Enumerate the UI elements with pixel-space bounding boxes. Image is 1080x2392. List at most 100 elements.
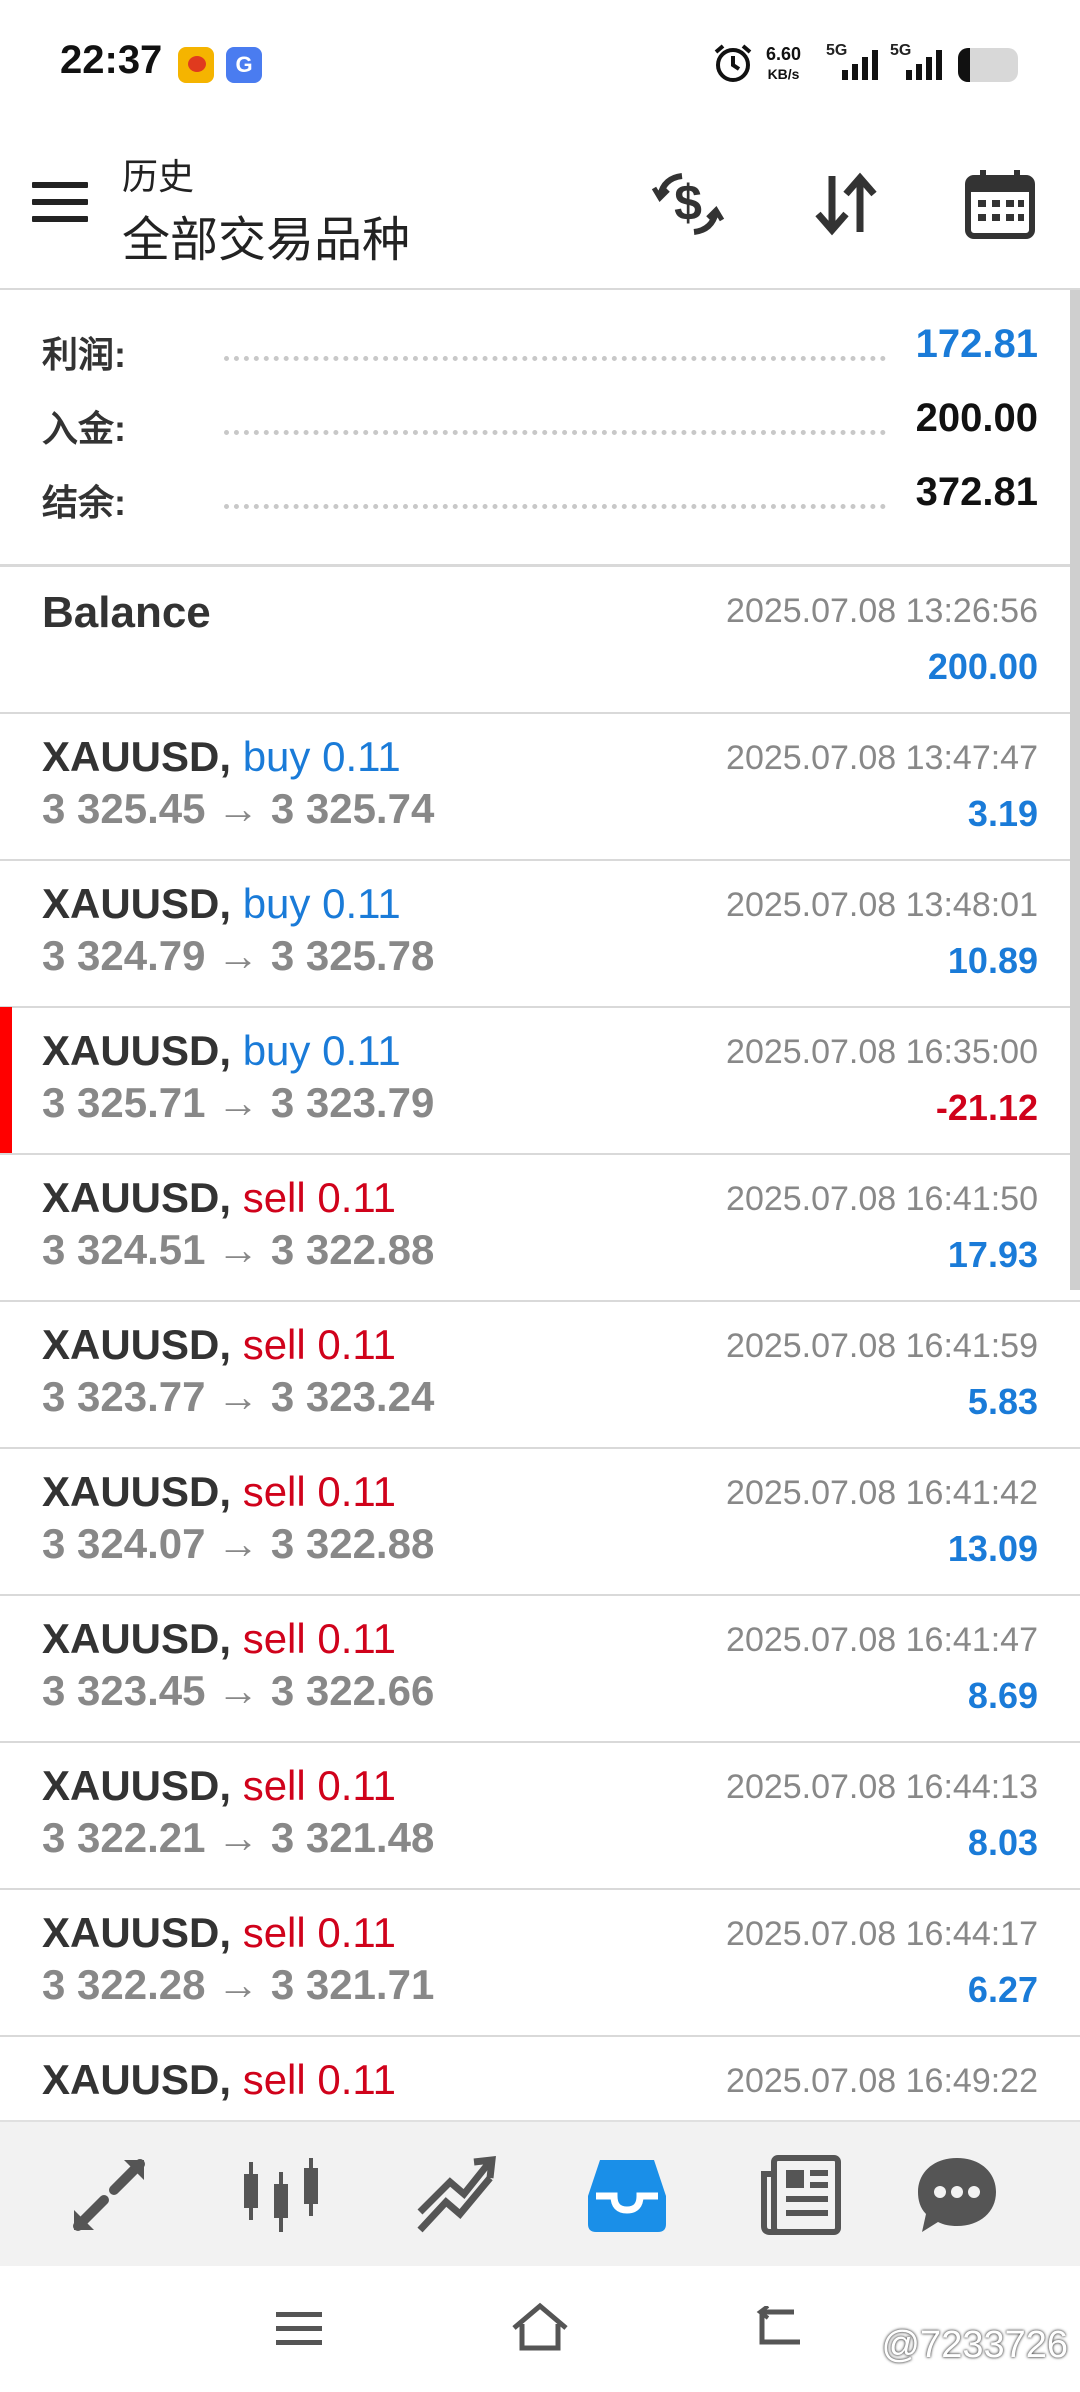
row-datetime: 2025.07.08 16:49:22 [726,2062,1038,2100]
currency-exchange-icon[interactable]: $ [650,166,726,242]
row-symbol: XAUUSD, [42,1027,232,1074]
summary-row-profit: 利润: 172.81 [42,314,1038,386]
trade-icon[interactable] [410,2150,500,2240]
row-prices: 3 324.51 → 3 322.88 [42,1226,435,1273]
row-prices: 3 322.21 → 3 321.48 [42,1814,435,1861]
bottom-navigation [0,2120,1080,2268]
row-symbol: XAUUSD, [42,1909,232,1956]
row-symbol: XAUUSD, [42,733,232,780]
list-item-trade[interactable]: XAUUSD, sell 0.11 3 323.77 → 3 323.24 20… [0,1301,1080,1449]
row-datetime: 2025.07.08 16:44:17 [726,1915,1038,1953]
row-prices: 3 322.28 → 3 321.71 [42,1961,435,2008]
row-type: sell 0.11 [242,1615,397,1662]
list-item-trade[interactable]: XAUUSD, buy 0.11 3 324.79 → 3 325.78 202… [0,860,1080,1008]
system-navigation: @7233726 [0,2266,1080,2392]
summary-row-deposit: 入金: 200.00 [42,388,1038,460]
row-datetime: 2025.07.08 13:48:01 [726,886,1038,924]
row-prices: 3 325.45 → 3 325.74 [42,785,435,832]
row-prices: 3 325.71 → 3 323.79 [42,1079,435,1126]
divider [0,288,1080,290]
app-bar: 历史 全部交易品种 $ [0,130,1080,288]
back-icon[interactable] [754,2306,804,2350]
row-datetime: 2025.07.08 16:41:59 [726,1327,1038,1365]
summary-row-balance: 结余: 372.81 [42,462,1038,534]
row-profit: 10.89 [947,940,1038,981]
summary-label: 利润: [42,334,126,375]
quotes-icon[interactable] [64,2150,154,2240]
chart-icon[interactable] [236,2150,326,2240]
row-profit: 17.93 [947,1234,1038,1275]
row-profit: 3.19 [967,793,1038,834]
row-datetime: 2025.07.08 16:41:47 [726,1621,1038,1659]
balance-title: Balance [42,588,211,637]
row-profit: 6.27 [967,1969,1038,2010]
row-type: buy 0.11 [242,880,401,927]
alarm-icon [714,44,752,82]
summary-panel: 利润: 172.81 入金: 200.00 结余: 372.81 [0,300,1080,564]
row-type: sell 0.11 [242,2056,397,2103]
signal-strength-icon: 5G [826,42,882,84]
list-item-trade[interactable]: XAUUSD, sell 0.11 3 322.28 → 3 321.71 20… [0,1889,1080,2037]
row-prices: 3 324.07 → 3 322.88 [42,1520,435,1567]
list-item-trade[interactable]: XAUUSD, sell 0.11 3 322.21 → 3 321.48 20… [0,1742,1080,1890]
summary-value: 372.81 [915,470,1038,514]
row-symbol: XAUUSD, [42,1762,232,1809]
svg-text:$: $ [674,175,702,231]
row-symbol: XAUUSD, [42,880,232,927]
summary-label: 结余: [42,482,126,523]
list-item-balance[interactable]: Balance 2025.07.08 13:26:56 200.00 [0,566,1080,714]
calendar-icon[interactable] [962,166,1038,242]
row-profit: 13.09 [947,1528,1038,1569]
row-datetime: 2025.07.08 16:41:42 [726,1474,1038,1512]
list-item-trade[interactable]: XAUUSD, sell 0.11 3 323.45 → 3 322.66 20… [0,1595,1080,1743]
notification-app-icon: G [226,47,262,83]
row-profit: 8.03 [967,1822,1038,1863]
summary-label: 入金: [42,408,126,449]
row-type: sell 0.11 [242,1762,397,1809]
history-icon[interactable] [582,2150,672,2240]
summary-value: 200.00 [915,396,1038,440]
network-speed: 6.60 KB/s [766,44,802,82]
row-profit: 8.69 [967,1675,1038,1716]
row-prices: 3 323.45 → 3 322.66 [42,1667,435,1714]
row-datetime: 2025.07.08 13:26:56 [726,592,1038,630]
row-profit: 5.83 [967,1381,1038,1422]
row-type: sell 0.11 [242,1909,397,1956]
row-prices: 3 324.79 → 3 325.78 [42,932,435,979]
row-symbol: XAUUSD, [42,1174,232,1221]
row-type: buy 0.11 [242,733,401,780]
list-item-trade[interactable]: XAUUSD, sell 0.11 3 324.51 → 3 322.88 20… [0,1154,1080,1302]
row-datetime: 2025.07.08 13:47:47 [726,739,1038,777]
row-symbol: XAUUSD, [42,1321,232,1368]
messages-icon[interactable] [912,2150,1002,2240]
home-icon[interactable] [510,2302,570,2352]
row-datetime: 2025.07.08 16:35:00 [726,1033,1038,1071]
watermark: @7233726 [881,2324,1068,2366]
news-icon[interactable] [756,2150,846,2240]
row-datetime: 2025.07.08 16:41:50 [726,1180,1038,1218]
row-symbol: XAUUSD, [42,1615,232,1662]
page-title[interactable]: 全部交易品种 [122,200,410,270]
row-amount: 200.00 [927,646,1038,687]
row-type: sell 0.11 [242,1468,397,1515]
menu-icon[interactable] [274,2308,324,2350]
signal-strength-icon: 5G [890,42,946,84]
list-item-trade[interactable]: XAUUSD, sell 0.11 3 324.07 → 3 322.88 20… [0,1448,1080,1596]
row-prices: 3 323.77 → 3 323.24 [42,1373,435,1420]
status-time: 22:37 [60,38,163,82]
row-type: buy 0.11 [242,1027,401,1074]
battery-icon [958,48,1018,82]
list-item-trade[interactable]: XAUUSD, buy 0.11 3 325.71 → 3 323.79 202… [0,1007,1080,1155]
selected-marker [0,1007,12,1153]
sort-icon[interactable] [808,166,884,242]
row-profit: -21.12 [935,1087,1038,1128]
menu-button[interactable] [32,182,88,226]
row-type: sell 0.11 [242,1321,397,1368]
page-subtitle: 历史 [122,156,195,197]
row-symbol: XAUUSD, [42,2056,232,2103]
scrollbar[interactable] [1070,290,1080,1290]
summary-value: 172.81 [915,322,1038,366]
list-item-trade[interactable]: XAUUSD, buy 0.11 3 325.45 → 3 325.74 202… [0,713,1080,861]
row-symbol: XAUUSD, [42,1468,232,1515]
status-bar: 22:37 G 6.60 KB/s 5G 5G [0,0,1080,130]
